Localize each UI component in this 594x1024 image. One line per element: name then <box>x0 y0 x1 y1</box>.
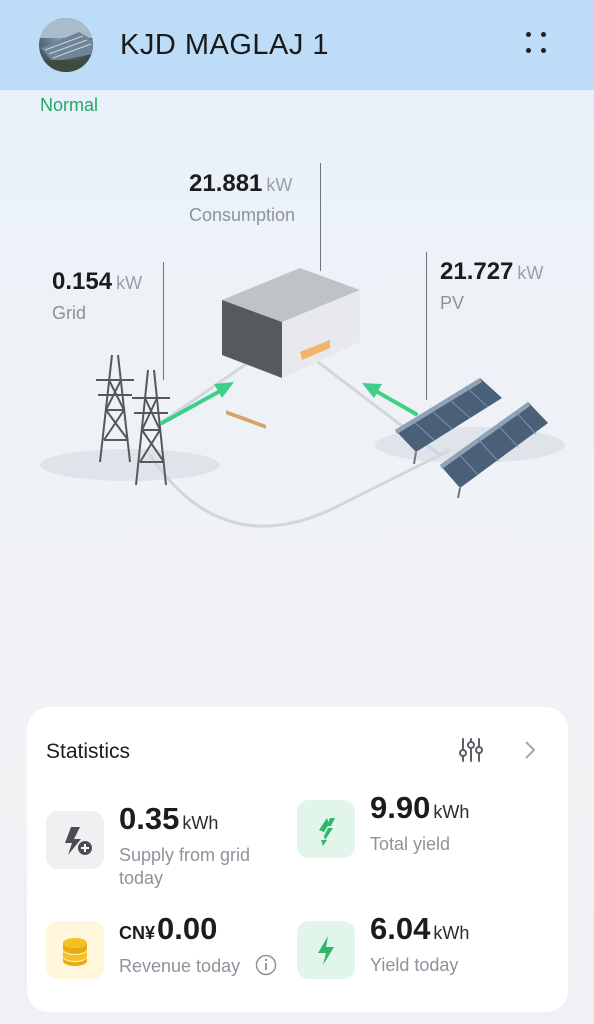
site-title: KJD MAGLAJ 1 <box>120 29 330 61</box>
consumption-unit: kW <box>266 175 293 195</box>
info-icon[interactable] <box>255 954 277 976</box>
building-icon <box>222 268 360 429</box>
chevron-right-icon[interactable] <box>520 739 540 761</box>
revenue-value: 0.00 <box>157 911 218 946</box>
more-dots-icon[interactable] <box>522 28 554 60</box>
stat-revenue-today[interactable]: CN¥0.00 Revenue today <box>46 911 296 991</box>
pv-to-building-arrow <box>362 383 418 416</box>
grid-supply-unit: kWh <box>182 813 219 833</box>
stat-total-yield[interactable]: 9.90 kWh Total yield <box>297 790 547 880</box>
yield-today-unit: kWh <box>433 923 470 943</box>
grid-supply-label-1: Supply from grid <box>119 845 251 865</box>
yield-today-value: 6.04 <box>370 911 431 946</box>
stat-yield-today[interactable]: 6.04 kWh Yield today <box>297 911 547 991</box>
total-yield-unit: kWh <box>433 802 470 822</box>
site-photo <box>39 18 93 72</box>
consumption-value: 21.881 <box>189 170 263 197</box>
grid-supply-label-2: today <box>119 868 164 888</box>
app-header: KJD MAGLAJ 1 <box>0 0 594 90</box>
energy-flow-diagram <box>40 268 565 528</box>
lightning-icon <box>297 921 355 979</box>
consumption-label: Consumption <box>189 205 296 225</box>
yield-today-label: Yield today <box>370 955 459 975</box>
stat-supply-from-grid[interactable]: 0.35 kWh Supply from grid today <box>46 801 296 891</box>
grid-supply-value: 0.35 <box>119 801 180 836</box>
coins-icon <box>46 921 104 979</box>
sliders-icon[interactable] <box>457 736 485 764</box>
status-label: Normal <box>40 95 99 115</box>
revenue-label: Revenue today <box>119 956 241 976</box>
grid-to-building-arrow <box>160 382 234 425</box>
consumption-metric: 21.881 kW Consumption <box>189 170 295 226</box>
statistics-card[interactable]: Statistics 0.35 kWh Supply from grid toda… <box>27 707 568 1012</box>
site-avatar[interactable] <box>39 18 93 72</box>
revenue-currency: CN¥ <box>119 923 156 943</box>
yield-total-icon <box>297 800 355 858</box>
total-yield-value: 9.90 <box>370 790 431 825</box>
total-yield-label: Total yield <box>370 834 451 854</box>
grid-supply-icon <box>46 811 104 869</box>
statistics-title: Statistics <box>46 740 131 763</box>
